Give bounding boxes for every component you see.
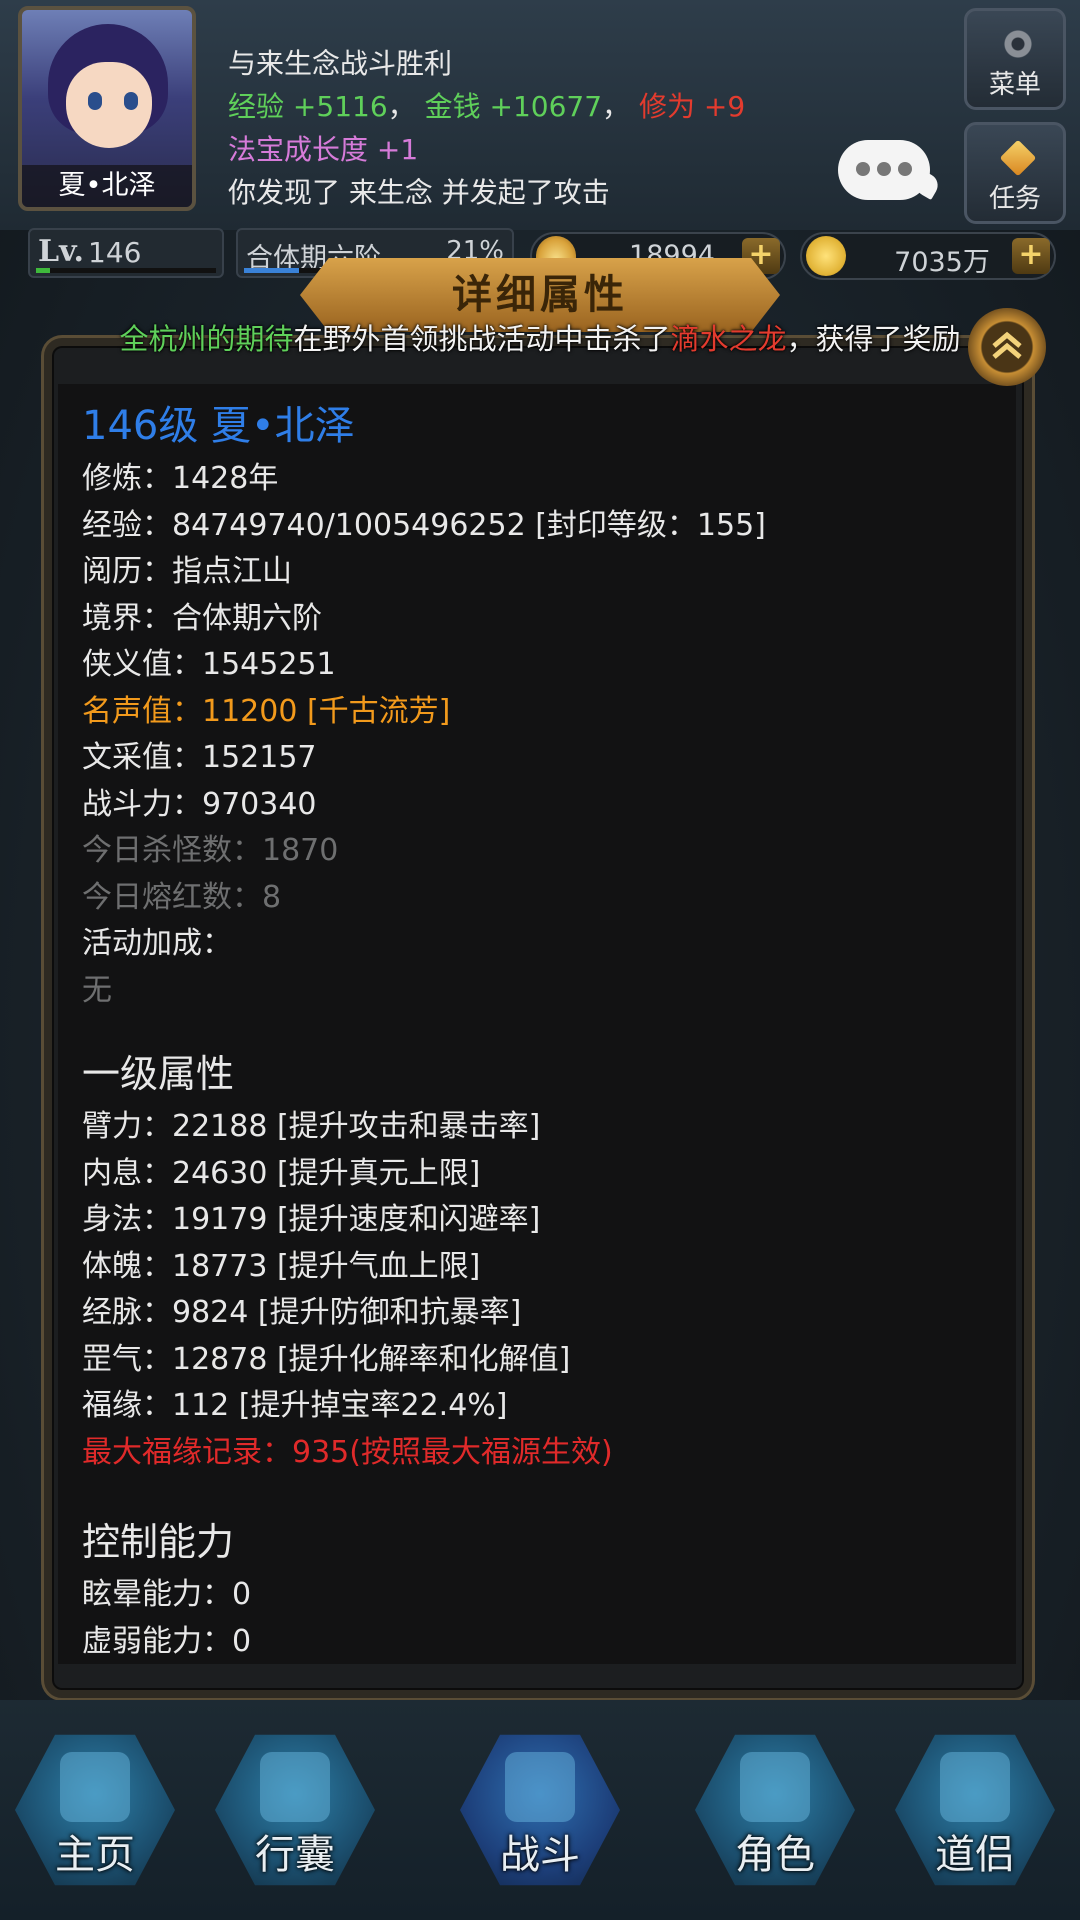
log-cultivation-value: +9 (703, 90, 746, 123)
menu-label: 菜单 (988, 70, 1041, 100)
level-box: Lv. 146 (28, 228, 224, 278)
log-growth-value: +1 (376, 133, 419, 166)
nav-home-button[interactable]: 主页 (10, 1730, 180, 1900)
control-weaken: 虚弱能力：0 (82, 1623, 252, 1659)
primary-attributes-heading: 一级属性 (82, 1052, 235, 1096)
log-exp-value: +5116 (292, 90, 388, 123)
chat-dot (856, 162, 870, 176)
log-cultivation-label: 修为 (638, 90, 695, 123)
stat-experience-rank: 阅历：指点江山 (82, 554, 292, 589)
event-bonus-value: 无 (82, 972, 112, 1008)
portrait-eye-icon (88, 92, 102, 110)
system-announcement: 全杭州的期待在野外首领挑战活动中击杀了滴水之龙，获得了奖励 (0, 316, 1080, 358)
stat-kills-today: 今日杀怪数：1870 (82, 833, 339, 868)
announcement-player: 全杭州的期待 (119, 322, 294, 356)
announcement-boss: 滴水之龙 (670, 322, 787, 356)
stat-experience: 经验：84749740/1005496252 [封印等级：155] (82, 507, 766, 543)
stat-chivalry: 侠义值：1545251 (82, 647, 336, 682)
player-name: 夏•北泽 (22, 165, 192, 207)
stat-realm: 境界：合体期六阶 (82, 600, 322, 636)
level-progress-bar (36, 268, 216, 273)
log-separator: ， (387, 90, 416, 123)
detail-content[interactable]: 146级 夏•北泽 修炼：1428年 经验：84749740/100549625… (82, 398, 1002, 1665)
nav-role-label: 角色 (735, 1832, 815, 1878)
attr-physique: 体魄：18773 [提升气血上限] (82, 1248, 481, 1284)
event-bonus-label: 活动加成： (82, 926, 232, 961)
portrait-face (66, 62, 152, 148)
announcement-text: 在野外首领挑战活动中击杀了 (293, 322, 671, 356)
realm-progress-fill (244, 268, 300, 273)
nav-partner-label: 道侣 (935, 1832, 1015, 1878)
portrait-eye-icon (124, 92, 138, 110)
attr-gang-qi: 罡气：12878 [提升化解率和化解值] (82, 1341, 571, 1377)
role-icon (740, 1752, 810, 1822)
level-prefix: Lv. (38, 234, 84, 269)
gold-currency: 7035万 + (800, 232, 1056, 280)
stat-fame: 名声值：11200 [千古流芳] (82, 693, 451, 729)
battle-log: 与来生念战斗胜利 经验 +5116， 金钱 +10677， 修为 +9 法宝成长… (228, 42, 948, 214)
control-stun: 眩晕能力：0 (82, 1577, 252, 1612)
log-exp-label: 经验 (228, 90, 285, 123)
stat-literary: 文采值：152157 (82, 740, 317, 775)
log-growth-label: 法宝成长度 (228, 133, 369, 166)
level-value: 146 (88, 236, 142, 269)
chat-dot (898, 162, 912, 176)
nav-battle-label: 战斗 (500, 1832, 580, 1878)
collapse-button[interactable] (968, 308, 1046, 386)
nav-battle-button[interactable]: 战斗 (455, 1730, 625, 1900)
task-diamond-icon (999, 139, 1037, 177)
announcement-end: ，获得了奖励 (786, 322, 961, 356)
partner-icon (940, 1752, 1010, 1822)
nav-role-button[interactable]: 角色 (690, 1730, 860, 1900)
attr-inner-breath: 内息：24630 [提升真元上限] (82, 1155, 481, 1191)
panel-title: 详细属性 (452, 272, 628, 318)
log-money-value: +10677 (489, 90, 603, 123)
max-fortune-record: 最大福缘记录：935(按照最大福源生效) (82, 1434, 613, 1470)
nav-bag-label: 行囊 (255, 1832, 335, 1878)
gold-coin-icon (806, 236, 846, 276)
chat-bubble-icon[interactable] (838, 140, 930, 200)
chevron-up-icon (992, 331, 1022, 359)
stat-combat-power: 战斗力：970340 (82, 786, 317, 822)
control-abilities-heading: 控制能力 (82, 1520, 235, 1564)
gold-value: 7035万 (894, 247, 990, 278)
task-label: 任务 (988, 184, 1041, 214)
nav-home-label: 主页 (55, 1832, 135, 1878)
hero-title: 146级 夏•北泽 (82, 403, 355, 449)
home-icon (60, 1752, 130, 1822)
nav-bag-button[interactable]: 行囊 (210, 1730, 380, 1900)
log-line-victory: 与来生念战斗胜利 (228, 47, 453, 80)
nav-partner-button[interactable]: 道侣 (890, 1730, 1060, 1900)
attr-fortune: 福缘：112 [提升掉宝率22.4%] (82, 1388, 508, 1423)
sword-icon (505, 1752, 575, 1822)
log-money-label: 金钱 (424, 90, 481, 123)
gear-icon (1001, 27, 1035, 61)
attr-meridian: 经脉：9824 [提升防御和抗暴率] (82, 1295, 522, 1330)
stat-cultivation: 修炼：1428年 (82, 461, 279, 496)
log-line-rewards: 经验 +5116， 金钱 +10677， 修为 +9 (228, 85, 948, 128)
chat-dot (877, 162, 891, 176)
task-button[interactable]: 任务 (964, 122, 1066, 224)
log-separator: ， (602, 90, 631, 123)
level-progress-fill (36, 268, 51, 273)
attr-strength: 臂力：22188 [提升攻击和暴击率] (82, 1109, 541, 1144)
player-portrait[interactable]: 夏•北泽 (18, 6, 196, 211)
add-gold-button[interactable]: + (1012, 238, 1050, 274)
stat-smelt-today: 今日熔红数：8 (82, 879, 282, 915)
attr-agility: 身法：19179 [提升速度和闪避率] (82, 1202, 541, 1237)
menu-button[interactable]: 菜单 (964, 8, 1066, 110)
bag-icon (260, 1752, 330, 1822)
